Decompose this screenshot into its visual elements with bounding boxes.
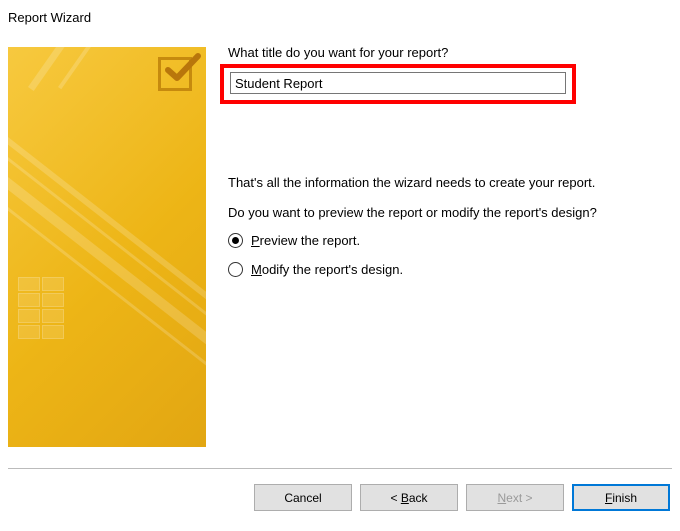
radio-modify[interactable]: Modify the report's design. <box>228 262 658 277</box>
radio-preview-label: Preview the report. <box>251 233 360 248</box>
back-button[interactable]: < Back <box>360 484 458 511</box>
separator <box>8 468 672 469</box>
finish-button[interactable]: Finish <box>572 484 670 511</box>
info-text-2: Do you want to preview the report or mod… <box>228 204 608 222</box>
cancel-button[interactable]: Cancel <box>254 484 352 511</box>
next-button: Next > <box>466 484 564 511</box>
info-text-1: That's all the information the wizard ne… <box>228 174 608 192</box>
wizard-banner <box>8 47 206 447</box>
report-title-input[interactable] <box>230 72 566 94</box>
radio-modify-label: Modify the report's design. <box>251 262 403 277</box>
window-title: Report Wizard <box>0 0 680 31</box>
right-pane: What title do you want for your report? … <box>228 31 672 451</box>
radio-modify-button[interactable] <box>228 262 243 277</box>
radio-preview-button[interactable] <box>228 233 243 248</box>
highlight-box <box>220 64 576 104</box>
title-prompt: What title do you want for your report? <box>228 45 658 60</box>
radio-preview[interactable]: Preview the report. <box>228 233 658 248</box>
checkmark-icon <box>158 57 192 91</box>
content-area: What title do you want for your report? … <box>0 31 680 461</box>
button-row: Cancel < Back Next > Finish <box>254 484 670 511</box>
radio-group: Preview the report. Modify the report's … <box>228 233 658 277</box>
